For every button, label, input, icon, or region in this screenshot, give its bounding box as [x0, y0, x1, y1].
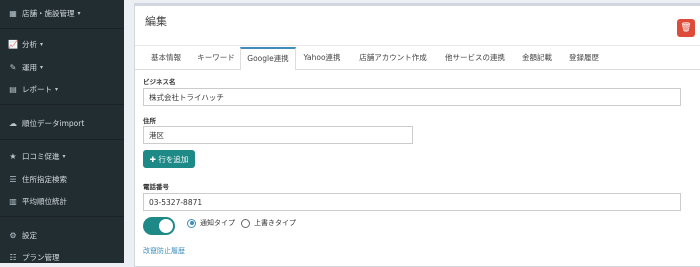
- chart-icon: 📈: [8, 39, 18, 49]
- tab-yahoo[interactable]: Yahoo連携: [296, 47, 348, 69]
- sidebar-item-label: 順位データimport: [22, 118, 85, 128]
- sidebar-item-store-management[interactable]: ▦ 店舗・施設管理 ▾: [0, 4, 124, 22]
- page-title: 編集: [145, 15, 167, 28]
- trash-icon: 🗑: [680, 23, 692, 33]
- sidebar: ▦ 店舗・施設管理 ▾ 📈 分析 ▾ ✎ 運用 ▾ ▤ レポート ▾ ☁ 順位デ…: [0, 0, 124, 263]
- sidebar-item-plan-management[interactable]: ☷ プラン管理: [0, 248, 124, 266]
- table-icon: ▥: [9, 196, 17, 206]
- cloud-upload-icon: ☁: [9, 118, 17, 128]
- delete-button[interactable]: 🗑: [677, 19, 695, 37]
- sidebar-item-label: 設定: [22, 230, 37, 240]
- sidebar-item-label: プラン管理: [22, 252, 60, 262]
- caret-down-icon: ▾: [40, 63, 44, 71]
- tab-history[interactable]: 登録履歴: [561, 47, 607, 69]
- tamper-history-link[interactable]: 改竄防止履歴: [143, 246, 185, 256]
- plan-icon: ☷: [9, 252, 17, 262]
- wrench-icon: ✎: [9, 62, 17, 72]
- sidebar-item-operation[interactable]: ✎ 運用 ▾: [0, 58, 124, 76]
- caret-down-icon: ▾: [40, 40, 44, 48]
- tab-other-services[interactable]: 他サービスの連携: [437, 47, 513, 69]
- address-input[interactable]: 港区: [143, 126, 413, 144]
- divider: [135, 45, 700, 46]
- edit-panel: 編集 🗑 基本情報 キーワード Google連携 Yahoo連携 店舗アカウント…: [134, 3, 700, 267]
- sidebar-item-address-search[interactable]: ☰ 住所指定検索: [0, 170, 124, 188]
- caret-down-icon: ▾: [55, 85, 59, 93]
- sidebar-divider: [0, 139, 124, 140]
- radio-notify-label: 通知タイプ: [200, 219, 235, 227]
- sidebar-item-label: 平均順位統計: [22, 196, 67, 206]
- address-label: 住所: [143, 117, 156, 125]
- tab-amount[interactable]: 金額記載: [515, 47, 559, 69]
- list-icon: ☰: [9, 174, 17, 184]
- sidebar-item-analysis[interactable]: 📈 分析 ▾: [0, 35, 124, 53]
- sidebar-item-label: 口コミ促進: [22, 151, 60, 161]
- business-name-input[interactable]: 株式会社トライハッチ: [143, 88, 681, 106]
- sidebar-item-report[interactable]: ▤ レポート ▾: [0, 80, 124, 98]
- add-row-button[interactable]: ✚ 行を追加: [143, 150, 195, 168]
- sidebar-item-label: 店舗・施設管理: [22, 8, 75, 18]
- tab-basic-info[interactable]: 基本情報: [143, 47, 189, 69]
- report-icon: ▤: [9, 84, 17, 94]
- main-content: 編集 🗑 基本情報 キーワード Google連携 Yahoo連携 店舗アカウント…: [124, 0, 700, 267]
- sidebar-item-label: 運用: [22, 62, 37, 72]
- gear-icon: ⚙: [9, 230, 17, 240]
- sidebar-item-label: 分析: [22, 39, 37, 49]
- sidebar-divider: [0, 28, 124, 29]
- tab-keywords[interactable]: キーワード: [191, 47, 241, 69]
- sidebar-divider: [0, 216, 124, 217]
- radio-overwrite[interactable]: [241, 218, 250, 228]
- sidebar-item-rank-import[interactable]: ☁ 順位データimport: [0, 114, 124, 132]
- sidebar-item-review-promotion[interactable]: ★ 口コミ促進 ▾: [0, 147, 124, 165]
- sidebar-item-average-rank[interactable]: ▥ 平均順位統計: [0, 192, 124, 210]
- phone-input[interactable]: 03-5327-8871: [143, 193, 681, 211]
- sidebar-item-label: 住所指定検索: [22, 174, 67, 184]
- caret-down-icon: ▾: [62, 152, 66, 160]
- radio-notify[interactable]: [187, 218, 196, 228]
- business-name-label: ビジネス名: [143, 78, 176, 86]
- tab-bar: 基本情報 キーワード Google連携 Yahoo連携 店舗アカウント作成 他サ…: [135, 47, 700, 70]
- radio-overwrite-label: 上書きタイプ: [254, 219, 296, 227]
- caret-down-icon: ▾: [77, 9, 81, 17]
- notification-toggle[interactable]: [143, 217, 175, 235]
- sidebar-item-settings[interactable]: ⚙ 設定: [0, 226, 124, 244]
- star-icon: ★: [9, 151, 17, 161]
- sidebar-divider: [0, 104, 124, 105]
- tab-google[interactable]: Google連携: [240, 47, 296, 70]
- radio-notify-option[interactable]: 通知タイプ: [187, 218, 235, 228]
- store-icon: ▦: [9, 8, 17, 18]
- sidebar-item-label: レポート: [22, 84, 52, 94]
- phone-label: 電話番号: [143, 183, 169, 191]
- toggle-knob: [159, 219, 173, 233]
- radio-overwrite-option[interactable]: 上書きタイプ: [241, 218, 296, 228]
- tab-store-account[interactable]: 店舗アカウント作成: [351, 47, 435, 69]
